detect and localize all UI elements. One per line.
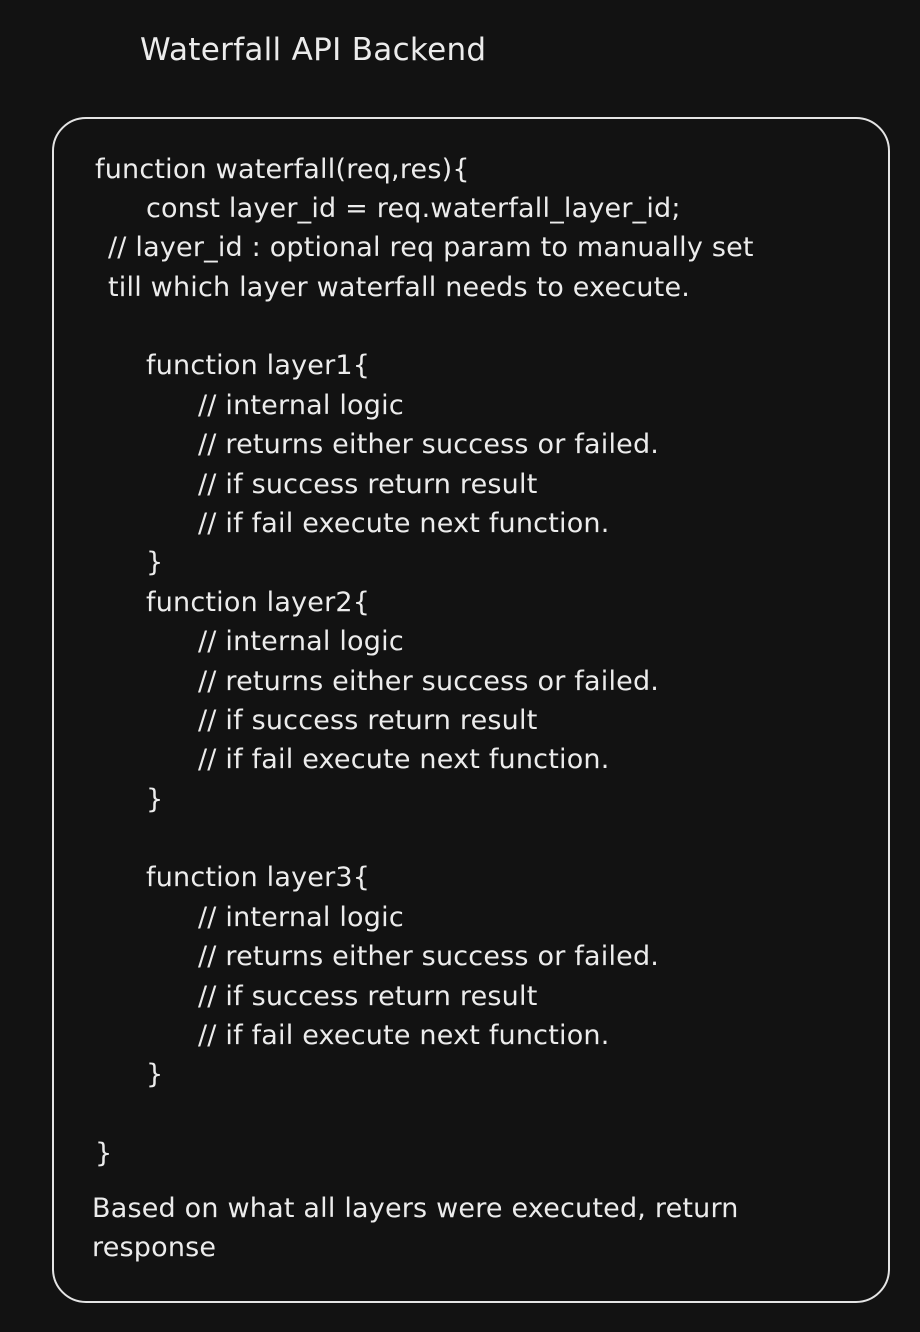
code-comment: // if fail execute next function. — [198, 508, 610, 539]
code-comment: // returns either success or failed. — [198, 429, 660, 460]
code-comment: // internal logic — [198, 902, 404, 933]
code-line: function layer3{ — [146, 862, 371, 893]
code-line: const layer_id = req.waterfall_layer_id; — [146, 193, 681, 224]
code-comment: // layer_id : optional req param to manu… — [108, 232, 754, 263]
code-comment: // returns either success or failed. — [198, 666, 660, 697]
code-comment: // if success return result — [198, 705, 538, 736]
code-comment: // if success return result — [198, 981, 538, 1012]
code-line: function waterfall(req,res){ — [95, 154, 470, 185]
code-comment: till which layer waterfall needs to exec… — [108, 272, 691, 303]
code-comment: // internal logic — [198, 390, 404, 421]
code-comment: // internal logic — [198, 626, 404, 657]
code-comment: // if success return result — [198, 469, 538, 500]
code-line: function layer2{ — [146, 587, 371, 618]
code-comment: // if fail execute next function. — [198, 744, 610, 775]
code-comment: // returns either success or failed. — [198, 941, 660, 972]
code-brace: } — [146, 1059, 164, 1090]
code-comment: // if fail execute next function. — [198, 1020, 610, 1051]
diagram-title: Waterfall API Backend — [140, 32, 487, 68]
code-brace: } — [146, 547, 164, 578]
code-brace: } — [146, 784, 164, 815]
code-brace: } — [95, 1138, 113, 1169]
footer-note: response — [92, 1232, 217, 1263]
footer-note: Based on what all layers were executed, … — [92, 1193, 739, 1224]
code-line: function layer1{ — [146, 350, 371, 381]
